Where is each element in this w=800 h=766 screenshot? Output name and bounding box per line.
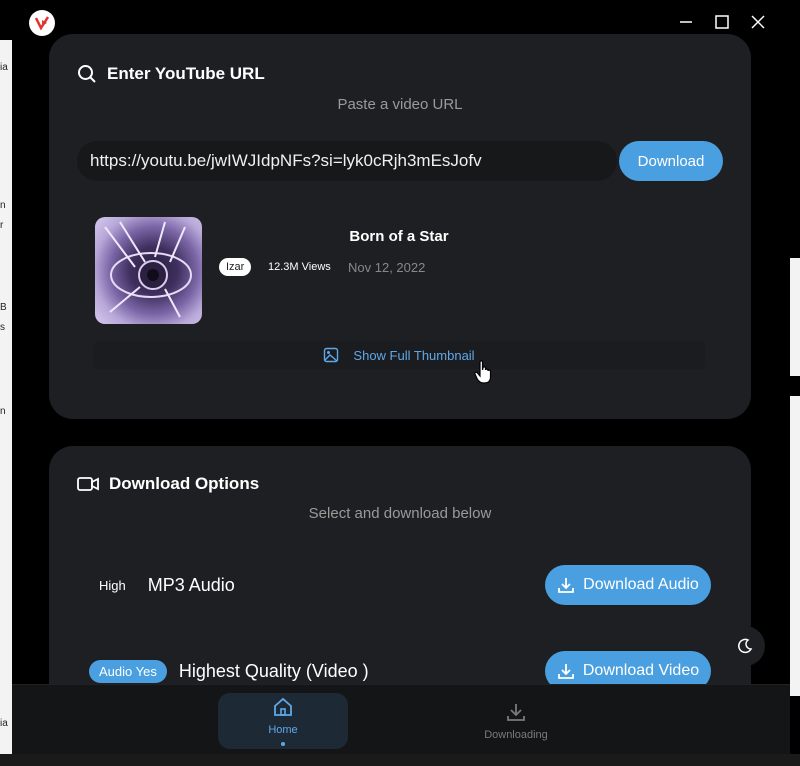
downloading-icon bbox=[507, 704, 525, 721]
channel-badge[interactable]: Izar bbox=[219, 258, 252, 276]
nav-home-label: Home bbox=[268, 724, 298, 736]
taskbar bbox=[0, 754, 800, 766]
download-button[interactable]: Download bbox=[619, 141, 723, 181]
download-icon bbox=[557, 664, 574, 679]
download-video-label: Download Video bbox=[582, 662, 700, 679]
close-icon bbox=[751, 15, 765, 29]
download-icon bbox=[558, 578, 575, 593]
download-options-title: Download Options bbox=[77, 474, 259, 494]
minimize-button[interactable] bbox=[672, 10, 700, 34]
nav-downloading-label: Downloading bbox=[484, 729, 548, 741]
hand-cursor-icon bbox=[474, 360, 492, 384]
show-full-thumbnail-button[interactable]: Show Full Thumbnail bbox=[93, 341, 705, 369]
url-card-subtitle: Paste a video URL bbox=[337, 96, 463, 113]
minimize-icon bbox=[680, 21, 692, 23]
image-icon bbox=[324, 347, 339, 363]
moon-icon bbox=[738, 638, 753, 654]
app-window: Enter YouTube URL Paste a video URL Down… bbox=[12, 0, 790, 766]
url-input[interactable] bbox=[77, 141, 617, 181]
url-card-title-text: Enter YouTube URL bbox=[107, 64, 265, 83]
show-full-thumbnail-label: Show Full Thumbnail bbox=[353, 347, 475, 363]
search-icon bbox=[78, 65, 96, 83]
url-card: Enter YouTube URL Paste a video URL Down… bbox=[49, 34, 751, 419]
url-card-title: Enter YouTube URL bbox=[77, 64, 265, 84]
background-desktop-right bbox=[790, 258, 800, 376]
option-label: MP3 Audio bbox=[147, 574, 235, 595]
close-button[interactable] bbox=[744, 10, 772, 34]
video-camera-icon bbox=[77, 477, 99, 491]
nav-downloading[interactable]: Downloading bbox=[451, 693, 581, 749]
app-logo-icon bbox=[29, 10, 55, 36]
maximize-icon bbox=[715, 15, 729, 29]
option-row-audio: High MP3 Audio Download Audio bbox=[89, 565, 711, 605]
theme-toggle-button[interactable] bbox=[725, 626, 765, 666]
view-count: 12.3M Views bbox=[268, 261, 331, 273]
background-desktop-right-lower bbox=[790, 396, 800, 696]
background-desktop-left: ia n r B s n ia bbox=[0, 40, 12, 766]
nav-home[interactable]: Home bbox=[218, 693, 348, 749]
download-audio-button[interactable]: Download Audio bbox=[545, 565, 711, 605]
quality-tag: High bbox=[99, 577, 126, 593]
quality-pill: Audio Yes bbox=[89, 659, 167, 683]
upload-date: Nov 12, 2022 bbox=[348, 260, 426, 275]
download-audio-label: Download Audio bbox=[583, 576, 699, 593]
active-indicator bbox=[281, 742, 285, 746]
maximize-button[interactable] bbox=[708, 10, 736, 34]
option-label: Highest Quality (Video ) bbox=[178, 660, 369, 681]
home-icon bbox=[274, 697, 292, 716]
download-options-subtitle: Select and download below bbox=[308, 505, 492, 522]
download-options-title-text: Download Options bbox=[109, 474, 260, 493]
video-title: Born of a Star bbox=[349, 228, 449, 245]
